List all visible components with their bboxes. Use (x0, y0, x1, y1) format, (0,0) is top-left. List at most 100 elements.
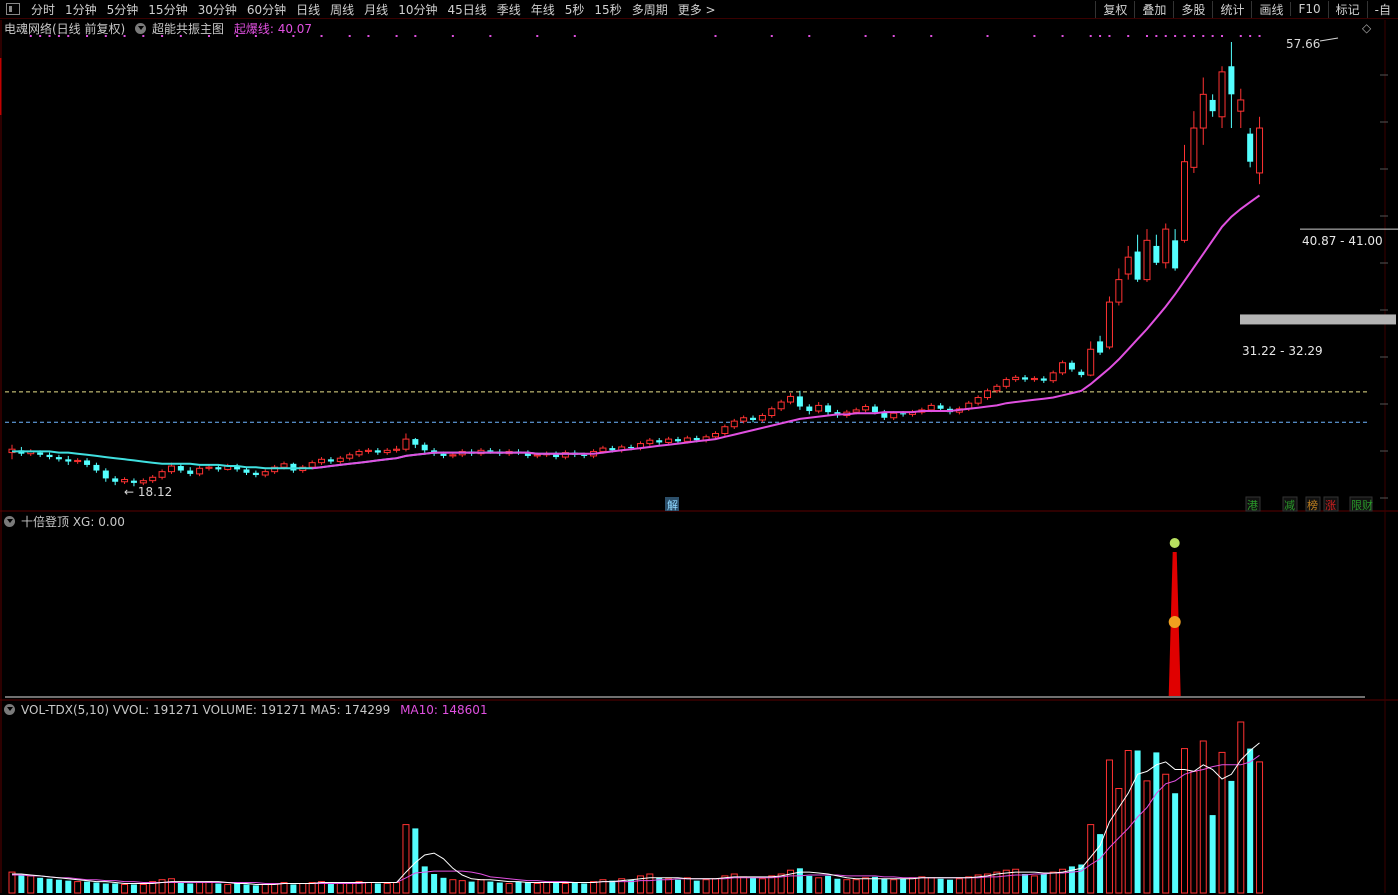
signal-dot (1258, 35, 1261, 37)
volume-bar (1172, 793, 1179, 893)
candle-body (665, 438, 673, 443)
candle-body (1078, 371, 1085, 376)
volume-bar (374, 883, 381, 893)
volume-bar (1218, 751, 1226, 894)
volume-bar (843, 879, 851, 894)
candle-body (721, 426, 729, 434)
volume-bar (1143, 780, 1151, 894)
candle-body (355, 450, 363, 456)
candle-body (112, 478, 119, 482)
signal-dot (348, 35, 351, 37)
signal-dot (892, 35, 895, 37)
diamond-icon: ◇ (1362, 21, 1372, 35)
candle-body (1105, 301, 1113, 348)
volume-bar (571, 882, 578, 893)
signal-dot (1174, 35, 1177, 37)
candle-body (1012, 376, 1020, 381)
candle-body (65, 459, 72, 462)
signal-dot (1211, 35, 1214, 37)
volume-bar (346, 882, 354, 894)
event-marker-label: 解 (667, 498, 678, 512)
volume-bar (852, 879, 860, 894)
volume-bar (1012, 868, 1020, 894)
signal-dot (864, 35, 867, 37)
candle-body (139, 480, 147, 484)
volume-bar (205, 881, 213, 894)
candle-body (93, 464, 100, 471)
event-marker-label: 港 (1247, 499, 1258, 512)
volume-bar (215, 883, 222, 893)
candle-body (215, 467, 222, 470)
volume-bar (364, 882, 372, 894)
volume-bar (84, 881, 91, 893)
candle-body (37, 452, 44, 455)
volume-bar (862, 877, 870, 894)
volume-bar (1030, 875, 1038, 894)
candle-body (74, 459, 82, 463)
candle-body (1087, 348, 1095, 376)
candle-body (740, 417, 748, 422)
volume-bar (177, 881, 184, 893)
candle-body (252, 472, 259, 476)
volume-label-main[interactable]: VOL-TDX(5,10) VVOL: 191271 VOLUME: 19127… (21, 703, 390, 717)
candle-body (308, 462, 316, 468)
candle-body (1190, 127, 1198, 168)
volume-bar (505, 883, 513, 894)
event-marker-label: 涨 (1325, 499, 1336, 512)
volume-bar (815, 877, 823, 894)
high-pointer (1319, 37, 1339, 42)
signal-dot (1145, 35, 1148, 37)
candle-body (364, 449, 372, 452)
volume-bar (1209, 815, 1216, 893)
volume-dropdown-icon[interactable] (4, 704, 15, 715)
volume-bar (224, 883, 232, 894)
volume-bar (1040, 874, 1047, 893)
candle-body (787, 395, 795, 403)
signal-dot (1099, 35, 1102, 37)
candle-body (730, 420, 738, 428)
high-price-label: 57.66 (1286, 37, 1320, 51)
signal-dot (451, 35, 454, 37)
candle-body (393, 448, 401, 451)
volume-bar (750, 877, 757, 893)
volume-bar (955, 878, 963, 894)
candle-body (937, 405, 944, 409)
volume-bar (712, 878, 719, 894)
volume-bar (431, 874, 438, 893)
volume-bar (553, 881, 560, 893)
candle-body (421, 444, 428, 451)
sub-indicator-label[interactable]: 十倍登顶 XG: 0.00 (21, 515, 125, 529)
candle-body (196, 467, 204, 475)
volume-bar (834, 878, 841, 893)
sub-indicator-dropdown-icon[interactable] (4, 516, 15, 527)
volume-bar (590, 881, 598, 894)
candle-body (777, 401, 785, 410)
signal-dot (1249, 35, 1252, 37)
volume-bar (196, 882, 204, 894)
candle-body (158, 471, 166, 478)
candle-body (1143, 239, 1151, 281)
indicator-name[interactable]: 超能共振主图 (152, 22, 224, 36)
candle-body (1237, 99, 1245, 112)
candle-body (768, 408, 776, 417)
volume-bar (46, 878, 53, 893)
volume-bar (336, 883, 344, 894)
signal-dot (1061, 35, 1064, 37)
candle-body (1059, 362, 1067, 374)
volume-bar (449, 879, 457, 894)
candle-body (1162, 228, 1170, 264)
candle-body (646, 439, 654, 445)
volume-bar (102, 883, 109, 893)
candle-body (1115, 279, 1123, 303)
candle-body (656, 440, 663, 443)
volume-bar (693, 880, 700, 893)
candle-body (984, 390, 992, 399)
volume-bar (55, 879, 62, 893)
candle-body (693, 437, 700, 441)
candle-body (167, 465, 175, 473)
volume-bar (252, 885, 259, 893)
candle-body (327, 459, 334, 462)
event-marker-label: 减 (1284, 499, 1295, 512)
indicator-dropdown-icon[interactable] (135, 23, 147, 34)
volume-bar (758, 878, 766, 894)
